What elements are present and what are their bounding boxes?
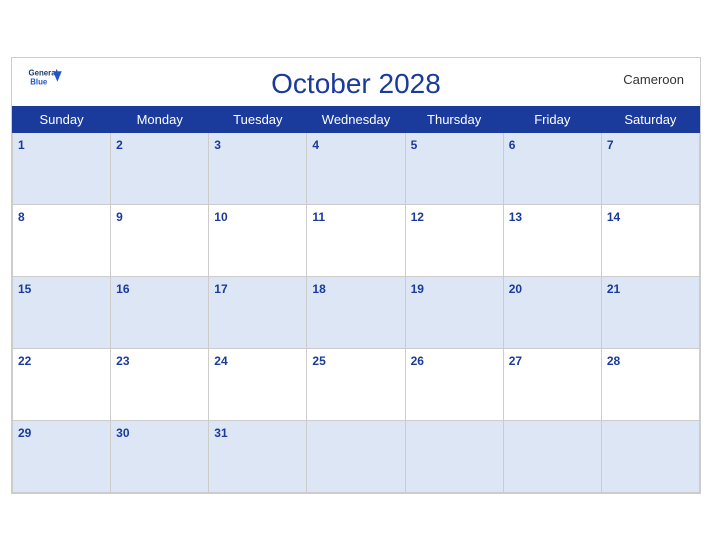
day-number: 21 — [607, 282, 620, 296]
day-number: 23 — [116, 354, 129, 368]
day-cell: 21 — [601, 276, 699, 348]
day-number: 26 — [411, 354, 424, 368]
svg-text:Blue: Blue — [30, 77, 48, 86]
day-cell: 4 — [307, 132, 405, 204]
day-cell: 12 — [405, 204, 503, 276]
week-row-2: 8 9 10 11 12 13 14 — [13, 204, 700, 276]
day-number: 2 — [116, 138, 123, 152]
day-cell: 18 — [307, 276, 405, 348]
day-cell: 23 — [111, 348, 209, 420]
day-cell: 6 — [503, 132, 601, 204]
day-number: 8 — [18, 210, 25, 224]
day-cell — [405, 420, 503, 492]
logo-area: General Blue — [28, 66, 64, 94]
day-number: 30 — [116, 426, 129, 440]
day-number: 19 — [411, 282, 424, 296]
day-cell: 19 — [405, 276, 503, 348]
calendar-container: General Blue October 2028 Cameroon Sunda… — [11, 57, 701, 494]
day-cell: 8 — [13, 204, 111, 276]
weekday-sunday: Sunday — [13, 106, 111, 132]
general-blue-logo-icon: General Blue — [28, 66, 64, 94]
day-number: 12 — [411, 210, 424, 224]
day-number: 7 — [607, 138, 614, 152]
week-row-5: 29 30 31 — [13, 420, 700, 492]
day-number: 9 — [116, 210, 123, 224]
weekday-friday: Friday — [503, 106, 601, 132]
day-number: 10 — [214, 210, 227, 224]
day-cell: 1 — [13, 132, 111, 204]
country-label: Cameroon — [623, 72, 684, 87]
week-row-3: 15 16 17 18 19 20 21 — [13, 276, 700, 348]
day-cell: 11 — [307, 204, 405, 276]
day-cell: 2 — [111, 132, 209, 204]
day-number: 24 — [214, 354, 227, 368]
day-number: 4 — [312, 138, 319, 152]
day-cell — [503, 420, 601, 492]
day-number: 1 — [18, 138, 25, 152]
day-number: 3 — [214, 138, 221, 152]
day-number: 15 — [18, 282, 31, 296]
day-number: 13 — [509, 210, 522, 224]
day-cell: 16 — [111, 276, 209, 348]
day-cell: 27 — [503, 348, 601, 420]
day-cell: 25 — [307, 348, 405, 420]
day-cell: 28 — [601, 348, 699, 420]
day-cell: 15 — [13, 276, 111, 348]
svg-text:General: General — [29, 68, 58, 77]
day-number: 27 — [509, 354, 522, 368]
day-cell: 7 — [601, 132, 699, 204]
day-cell: 14 — [601, 204, 699, 276]
calendar-body: 1234567891011121314151617181920212223242… — [13, 132, 700, 492]
day-number: 17 — [214, 282, 227, 296]
week-row-4: 22 23 24 25 26 27 28 — [13, 348, 700, 420]
weekday-tuesday: Tuesday — [209, 106, 307, 132]
calendar-header: General Blue October 2028 Cameroon — [12, 58, 700, 106]
day-cell: 10 — [209, 204, 307, 276]
day-cell: 31 — [209, 420, 307, 492]
day-number: 14 — [607, 210, 620, 224]
day-cell: 26 — [405, 348, 503, 420]
day-number: 29 — [18, 426, 31, 440]
day-number: 18 — [312, 282, 325, 296]
day-number: 28 — [607, 354, 620, 368]
day-cell: 29 — [13, 420, 111, 492]
day-number: 16 — [116, 282, 129, 296]
calendar-grid: Sunday Monday Tuesday Wednesday Thursday… — [12, 106, 700, 493]
weekday-wednesday: Wednesday — [307, 106, 405, 132]
day-cell — [307, 420, 405, 492]
day-cell: 17 — [209, 276, 307, 348]
day-cell: 20 — [503, 276, 601, 348]
day-number: 25 — [312, 354, 325, 368]
weekday-header-row: Sunday Monday Tuesday Wednesday Thursday… — [13, 106, 700, 132]
day-cell: 30 — [111, 420, 209, 492]
day-number: 22 — [18, 354, 31, 368]
day-cell: 5 — [405, 132, 503, 204]
day-cell: 22 — [13, 348, 111, 420]
day-cell: 3 — [209, 132, 307, 204]
day-cell: 9 — [111, 204, 209, 276]
day-number: 31 — [214, 426, 227, 440]
weekday-saturday: Saturday — [601, 106, 699, 132]
week-row-1: 1 2 3 4 5 6 7 — [13, 132, 700, 204]
day-cell: 13 — [503, 204, 601, 276]
day-number: 5 — [411, 138, 418, 152]
day-cell: 24 — [209, 348, 307, 420]
weekday-monday: Monday — [111, 106, 209, 132]
day-number: 11 — [312, 210, 325, 224]
day-number: 20 — [509, 282, 522, 296]
weekday-thursday: Thursday — [405, 106, 503, 132]
day-cell — [601, 420, 699, 492]
month-title: October 2028 — [271, 68, 441, 100]
day-number: 6 — [509, 138, 516, 152]
